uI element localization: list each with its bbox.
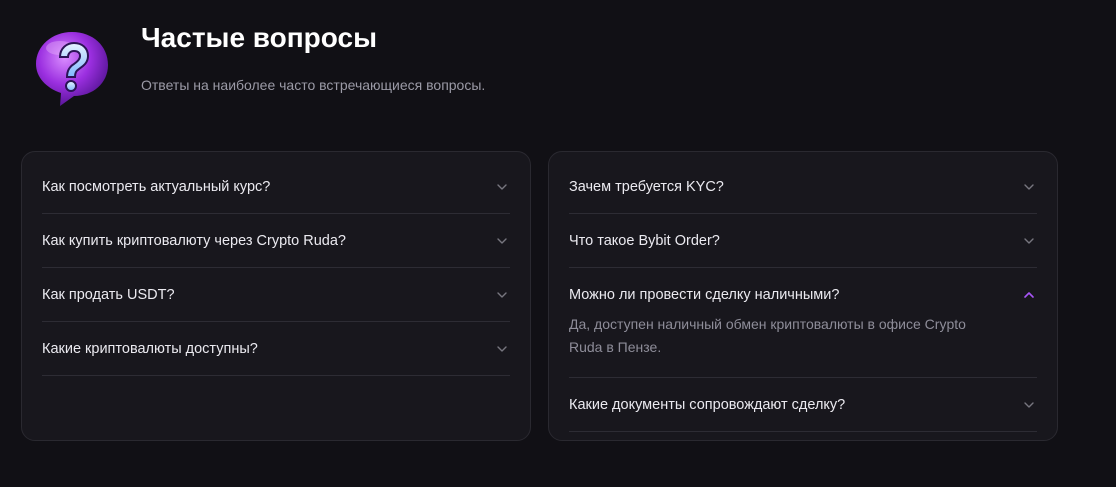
faq-question: Как продать USDT? [42, 286, 175, 303]
chevron-down-icon [497, 345, 507, 352]
faq-question-row[interactable]: Какие документы сопровождают сделку? [569, 378, 1037, 431]
faq-question: Что такое Bybit Order? [569, 232, 720, 249]
faq-question-row[interactable]: Как купить криптовалюту через Crypto Rud… [42, 214, 510, 267]
faq-question: Зачем требуется KYC? [569, 178, 724, 195]
question-bubble-icon [36, 32, 108, 106]
faq-page: Частые вопросы Ответы на наиболее часто … [0, 0, 1116, 487]
faq-question-row[interactable]: Как продать USDT? [42, 268, 510, 321]
faq-item[interactable]: Какие документы сопровождают сделку? [569, 378, 1037, 432]
faq-question: Можно ли провести сделку наличными? [569, 286, 840, 303]
chevron-down-icon [1024, 183, 1034, 190]
faq-item[interactable]: Какие криптовалюты доступны? [42, 322, 510, 376]
faq-card-left: Как посмотреть актуальный курс? Как купи… [21, 151, 531, 441]
faq-question: Как купить криптовалюту через Crypto Rud… [42, 232, 346, 249]
faq-card-right: Зачем требуется KYC? Что такое Bybit Ord… [548, 151, 1058, 441]
faq-question: Какие документы сопровождают сделку? [569, 396, 846, 413]
faq-answer: Да, доступен наличный обмен криптовалюты… [569, 316, 966, 355]
faq-question-row[interactable]: Как посмотреть актуальный курс? [42, 160, 510, 213]
chevron-down-icon [497, 183, 507, 190]
chevron-down-icon [497, 237, 507, 244]
chevron-up-icon [1024, 291, 1034, 298]
page-title: Частые вопросы [141, 22, 377, 53]
faq-question: Какие криптовалюты доступны? [42, 340, 258, 357]
chevron-down-icon [1024, 237, 1034, 244]
faq-item[interactable]: Как купить криптовалюту через Crypto Rud… [42, 214, 510, 268]
faq-question-row[interactable]: Что такое Bybit Order? [569, 214, 1037, 267]
faq-question: Как посмотреть актуальный курс? [42, 178, 271, 195]
faq-item[interactable]: Как продать USDT? [42, 268, 510, 322]
faq-item[interactable]: Как посмотреть актуальный курс? [42, 160, 510, 214]
header: Частые вопросы Ответы на наиболее часто … [141, 22, 485, 94]
faq-item-expanded[interactable]: Можно ли провести сделку наличными? Да, … [569, 268, 1037, 378]
chevron-down-icon [497, 291, 507, 298]
faq-question-row[interactable]: Зачем требуется KYC? [569, 160, 1037, 213]
faq-item[interactable]: Зачем требуется KYC? [569, 160, 1037, 214]
faq-question-row[interactable]: Какие криптовалюты доступны? [42, 322, 510, 375]
page-subtitle: Ответы на наиболее часто встречающиеся в… [141, 77, 486, 93]
faq-item[interactable]: Что такое Bybit Order? [569, 214, 1037, 268]
chevron-down-icon [1024, 401, 1034, 408]
